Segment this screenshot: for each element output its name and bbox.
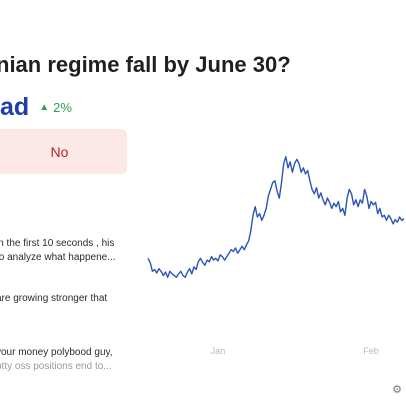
price-chart[interactable]: Jan Feb (0, 0, 406, 406)
x-tick-label: Feb (363, 346, 379, 356)
chart-options-icon[interactable]: ⚙ (392, 383, 402, 396)
x-tick-label: Jan (211, 346, 226, 356)
price-series-line (147, 155, 405, 278)
